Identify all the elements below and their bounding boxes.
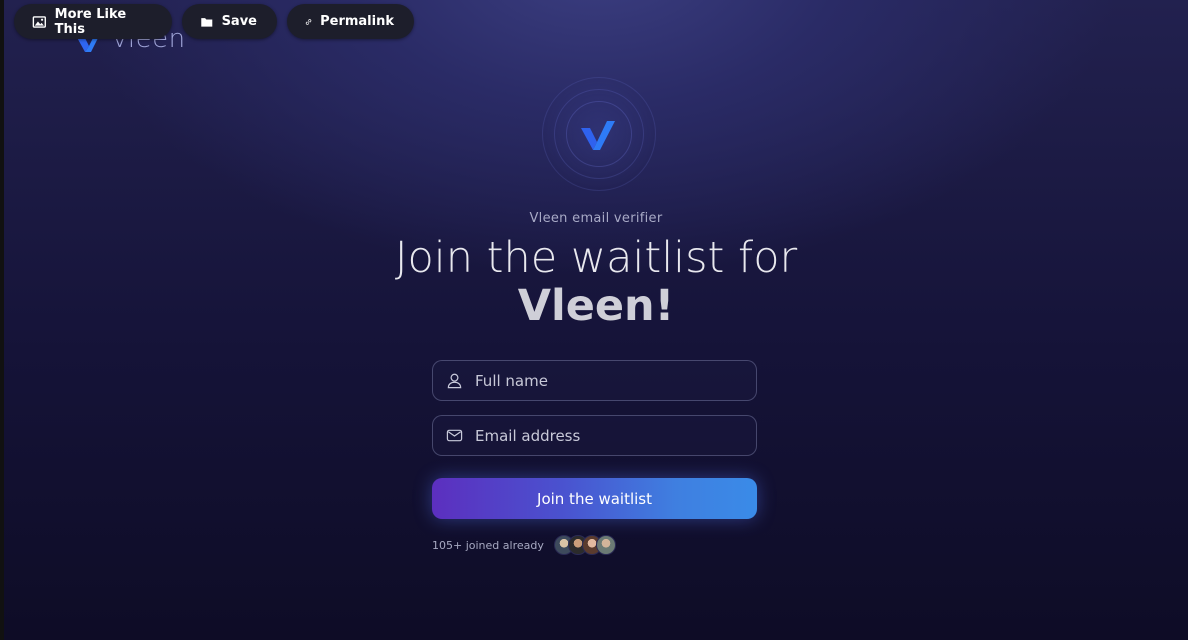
social-proof: 105+ joined already [432, 535, 616, 555]
waitlist-page: vleen Vleen email verifier Join the wait… [4, 0, 1188, 640]
join-waitlist-button[interactable]: Join the waitlist [432, 478, 757, 519]
email-field[interactable] [432, 415, 757, 456]
mail-icon [446, 429, 463, 442]
permalink-button[interactable]: Permalink [287, 4, 414, 39]
link-icon [305, 18, 312, 25]
email-input[interactable] [475, 426, 735, 445]
permalink-label: Permalink [320, 14, 394, 29]
save-label: Save [221, 14, 257, 29]
page-subtitle: Vleen email verifier [529, 211, 663, 226]
image-icon [32, 15, 46, 28]
folder-icon [201, 17, 213, 27]
headline-line-2: Vleen! [517, 281, 675, 331]
save-button[interactable]: Save [182, 4, 277, 39]
avatar [595, 535, 616, 555]
hero-logo [538, 73, 660, 195]
more-like-this-label: More Like This [54, 6, 127, 37]
full-name-input[interactable] [475, 371, 735, 390]
headline-line-1: Join the waitlist for [394, 233, 798, 283]
avatar-stack [553, 535, 616, 555]
more-like-this-button[interactable]: More Like This [14, 4, 172, 39]
user-icon [447, 373, 462, 389]
vleen-check-icon [581, 121, 615, 150]
page-title: Join the waitlist for Vleen! [4, 234, 1188, 330]
joined-count: 105+ joined already [432, 538, 544, 552]
full-name-field[interactable] [432, 360, 757, 401]
